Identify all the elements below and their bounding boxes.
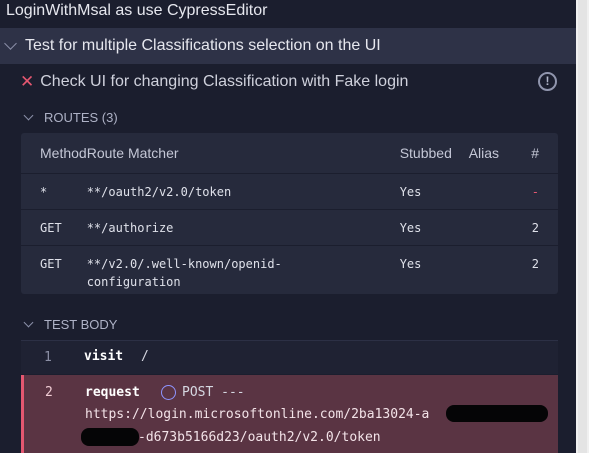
scrollbar-track[interactable] xyxy=(578,0,587,453)
command-message: POST --- xyxy=(182,385,245,400)
suite-row[interactable]: Test for multiple Classifications select… xyxy=(0,28,576,64)
route-method: GET xyxy=(21,208,87,245)
chevron-down-icon xyxy=(23,317,34,327)
command-message: / xyxy=(141,349,149,364)
table-row[interactable]: GET **/authorize Yes 2 xyxy=(21,208,558,245)
route-count: 2 xyxy=(512,244,558,299)
window-title: LoginWithMsal as use CypressEditor xyxy=(0,0,589,26)
route-matcher: **/oauth2/v2.0/token xyxy=(86,172,400,209)
table-row[interactable]: * **/oauth2/v2.0/token Yes - xyxy=(21,172,558,209)
route-alias xyxy=(468,208,513,245)
command-row-visit[interactable]: 1 visit / xyxy=(21,340,558,374)
test-body-header[interactable]: TEST BODY xyxy=(0,313,576,335)
redaction-mark xyxy=(81,428,139,446)
routes-table: Method Route Matcher Stubbed Alias # * *… xyxy=(21,133,558,299)
routes-table-header: Method Route Matcher Stubbed Alias # xyxy=(21,133,558,173)
routes-header-label: ROUTES (3) xyxy=(44,109,118,125)
chevron-down-icon xyxy=(4,37,17,50)
route-stubbed: Yes xyxy=(399,172,469,209)
route-count: - xyxy=(512,172,558,209)
redaction-mark xyxy=(446,405,548,422)
column-header-count: # xyxy=(531,144,539,161)
column-header-alias: Alias xyxy=(468,144,500,161)
command-number: 2 xyxy=(45,385,53,400)
route-stubbed: Yes xyxy=(399,244,469,299)
command-name: visit xyxy=(84,349,124,364)
route-alias xyxy=(468,244,513,299)
chevron-down-icon xyxy=(23,110,34,120)
route-matcher-line: configuration xyxy=(86,274,181,289)
test-title: Check UI for changing Classification wit… xyxy=(40,73,409,90)
command-number: 1 xyxy=(44,350,52,365)
alert-icon[interactable]: ! xyxy=(538,72,557,91)
suite-title: Test for multiple Classifications select… xyxy=(25,37,381,54)
routes-header[interactable]: ROUTES (3) xyxy=(0,106,576,128)
test-body-header-label: TEST BODY xyxy=(44,316,118,332)
column-header-method: Method xyxy=(40,144,87,161)
route-method: * xyxy=(21,172,87,209)
scrollbar[interactable] xyxy=(576,0,589,453)
route-count: 2 xyxy=(512,208,558,245)
request-url-line: -d673b5166d23/oauth2/v2.0/token xyxy=(138,430,381,445)
route-matcher: **/v2.0/.well-known/openid- configuratio… xyxy=(86,244,400,299)
column-header-route-matcher: Route Matcher xyxy=(86,144,179,161)
command-row-request[interactable]: 2 request POST --- https://login.microso… xyxy=(21,375,558,453)
close-icon: ✕ xyxy=(20,72,35,91)
route-matcher-line: **/v2.0/.well-known/openid- xyxy=(86,256,282,271)
route-matcher: **/authorize xyxy=(86,208,400,245)
column-header-stubbed: Stubbed xyxy=(399,144,452,161)
routes-table-panel: Method Route Matcher Stubbed Alias # * *… xyxy=(21,133,558,299)
command-name: request xyxy=(85,385,140,400)
table-row[interactable]: GET **/v2.0/.well-known/openid- configur… xyxy=(21,244,558,299)
request-url-line: https://login.microsoftonline.com/2ba130… xyxy=(85,407,430,422)
route-alias xyxy=(468,172,513,209)
pending-circle-icon xyxy=(161,385,176,400)
route-stubbed: Yes xyxy=(399,208,469,245)
route-method: GET xyxy=(21,244,87,299)
test-row[interactable]: ✕ Check UI for changing Classification w… xyxy=(0,66,576,98)
